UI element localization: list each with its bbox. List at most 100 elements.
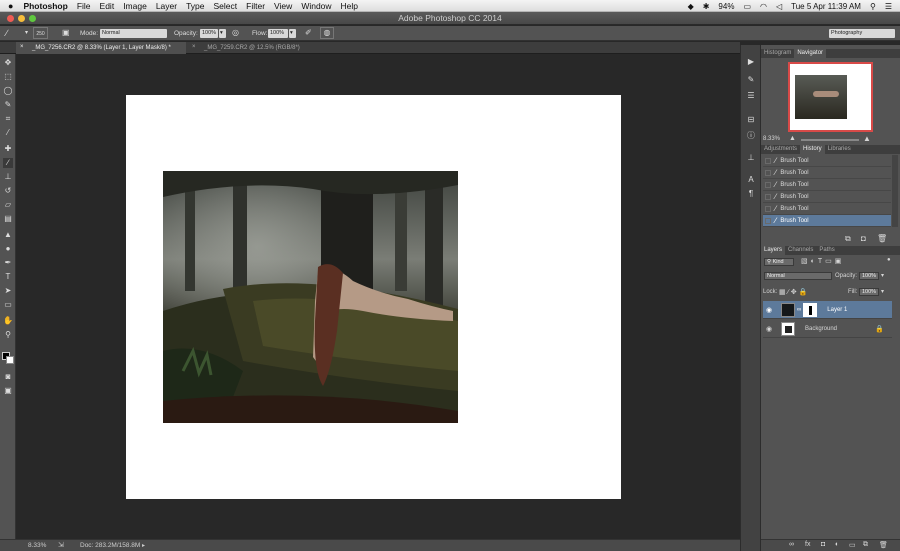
menu-image[interactable]: Image [123,1,147,11]
brush-tool-preset-icon[interactable]: ∕ [6,28,8,38]
eyedropper-tool-icon[interactable]: ⁄ [3,128,13,138]
tab-navigator[interactable]: Navigator [794,49,827,58]
flow-dropdown[interactable]: ▾ [289,29,296,38]
eraser-tool-icon[interactable]: ▱ [3,200,13,210]
tab-paths[interactable]: Paths [816,246,837,255]
menu-filter[interactable]: Filter [246,1,265,11]
history-scrollbar[interactable] [892,155,898,227]
layer-thumbnail[interactable] [781,302,795,317]
menu-file[interactable]: File [77,1,91,11]
add-mask-icon[interactable]: ◘ [821,541,825,548]
tab-document-7259[interactable]: × _MG_7259.CR2 @ 12.5% (RGB/8*) [188,42,328,54]
new-snapshot-icon[interactable]: ◘ [861,234,866,243]
blur-tool-icon[interactable]: ▲ [3,230,13,240]
hand-tool-icon[interactable]: ✋ [3,316,13,326]
export-icon[interactable]: ⇲ [58,541,64,549]
tab-channels[interactable]: Channels [785,246,816,255]
opacity-field[interactable]: 100% [200,29,218,38]
flow-field[interactable]: 100% [268,29,288,38]
history-item[interactable]: ∕ Brush Tool [763,203,891,215]
close-tab-icon[interactable]: × [192,44,196,50]
layer-opacity-dropdown[interactable]: ▾ [881,272,884,279]
quick-selection-tool-icon[interactable]: ✎ [3,100,13,110]
zoom-tool-icon[interactable]: ⚲ [3,330,13,340]
workspace-switcher[interactable]: Photography [829,29,895,38]
mode-select[interactable]: Normal [100,29,167,38]
info-icon[interactable]: ⓘ [745,131,757,141]
move-tool-icon[interactable]: ✥ [3,58,13,68]
visibility-eye-icon[interactable]: ◉ [766,306,778,314]
status-menu-arrow[interactable]: ▸ [142,542,145,549]
fill-field[interactable]: 100% [859,288,879,296]
layer-row-layer-1[interactable]: ◉ ∞ Layer 1 [763,301,892,319]
mask-link-icon[interactable]: ∞ [797,307,801,313]
navigator-zoom-slider[interactable] [801,139,859,141]
tab-history[interactable]: History [800,145,825,154]
tab-libraries[interactable]: Libraries [825,145,854,154]
brush-panel-icon[interactable]: ✎ [745,75,757,85]
history-brush-tool-icon[interactable]: ↺ [3,186,13,196]
new-document-from-state-icon[interactable]: ⧉ [845,234,851,244]
spotlight-icon[interactable]: ⚲ [870,2,876,11]
paragraph-icon[interactable]: ¶ [745,189,757,199]
notification-center-icon[interactable]: ☰ [885,2,892,11]
navigator-preview[interactable] [788,62,873,132]
marquee-tool-icon[interactable]: ⬚ [3,72,13,82]
gradient-tool-icon[interactable]: ▤ [3,214,13,224]
screen-mode-icon[interactable]: ▣ [3,386,13,396]
quick-mask-icon[interactable]: ◙ [3,372,13,382]
delete-layer-icon[interactable]: 🗑 [879,541,888,549]
tab-document-7256[interactable]: × _MG_7256.CR2 @ 8.33% (Layer 1, Layer M… [16,42,186,54]
layer-filter-icons[interactable]: ▧◐T▭▣ [801,257,844,265]
bluetooth-icon[interactable]: ✱ [703,2,710,11]
menu-layer[interactable]: Layer [156,1,177,11]
doc-size-info[interactable]: Doc: 283.2M/158.8M [80,542,140,549]
history-item[interactable]: ∕ Brush Tool [763,155,891,167]
lasso-tool-icon[interactable]: ◯ [3,86,13,96]
lock-options-icons[interactable]: ▦∕✥🔒 [779,288,809,296]
character-icon[interactable]: A [745,175,757,185]
type-tool-icon[interactable]: T [3,272,13,282]
properties-icon[interactable]: ⊟ [745,115,757,125]
clone-source-icon[interactable]: ⊥ [745,153,757,163]
menu-type[interactable]: Type [186,1,204,11]
fill-dropdown[interactable]: ▾ [881,288,884,295]
menu-app-name[interactable]: Photoshop [23,1,67,11]
play-actions-icon[interactable]: ▶ [745,57,757,67]
battery-icon[interactable]: ▭ [743,2,751,11]
layer-row-background[interactable]: ◉ Background 🔒 [763,320,892,338]
path-selection-tool-icon[interactable]: ➤ [3,286,13,296]
navigator-zoom-value[interactable]: 8.33% [763,136,780,142]
shape-tool-icon[interactable]: ▭ [3,300,13,310]
link-layers-icon[interactable]: ∞ [789,541,794,548]
opacity-dropdown[interactable]: ▾ [219,29,226,38]
tab-adjustments[interactable]: Adjustments [761,145,800,154]
new-layer-icon[interactable]: ⧉ [863,541,868,549]
blend-mode-select[interactable]: Normal [764,272,832,280]
healing-brush-tool-icon[interactable]: ✚ [3,144,13,154]
history-item-selected[interactable]: ∕ Brush Tool [763,215,891,227]
tab-histogram[interactable]: Histogram [761,49,794,58]
airbrush-icon[interactable]: ✐ [305,28,312,37]
layer-style-icon[interactable]: fx [805,541,810,548]
background-color-swatch[interactable] [6,356,14,364]
layer-opacity-field[interactable]: 100% [859,272,879,280]
delete-state-icon[interactable]: 🗑 [877,234,887,243]
pen-tool-icon[interactable]: ✒ [3,258,13,268]
pressure-size-icon[interactable]: ◍ [320,27,334,39]
close-tab-icon[interactable]: × [20,44,24,50]
zoom-in-icon[interactable]: ▲ [863,134,871,143]
menu-window[interactable]: Window [301,1,331,11]
tab-layers[interactable]: Layers [761,246,786,255]
clone-stamp-tool-icon[interactable]: ⊥ [3,172,13,182]
menu-edit[interactable]: Edit [100,1,115,11]
history-item[interactable]: ∕ Brush Tool [763,179,891,191]
visibility-eye-icon[interactable]: ◉ [766,325,778,333]
brush-preset-dropdown[interactable]: ▾ [25,29,28,36]
new-group-icon[interactable]: ▭ [849,541,856,549]
dodge-tool-icon[interactable]: ● [3,244,13,254]
wifi-icon[interactable]: ◠ [760,2,767,11]
history-item[interactable]: ∕ Brush Tool [763,167,891,179]
clock[interactable]: Tue 5 Apr 11:39 AM [791,2,861,11]
layer-mask-thumbnail[interactable] [803,302,818,317]
